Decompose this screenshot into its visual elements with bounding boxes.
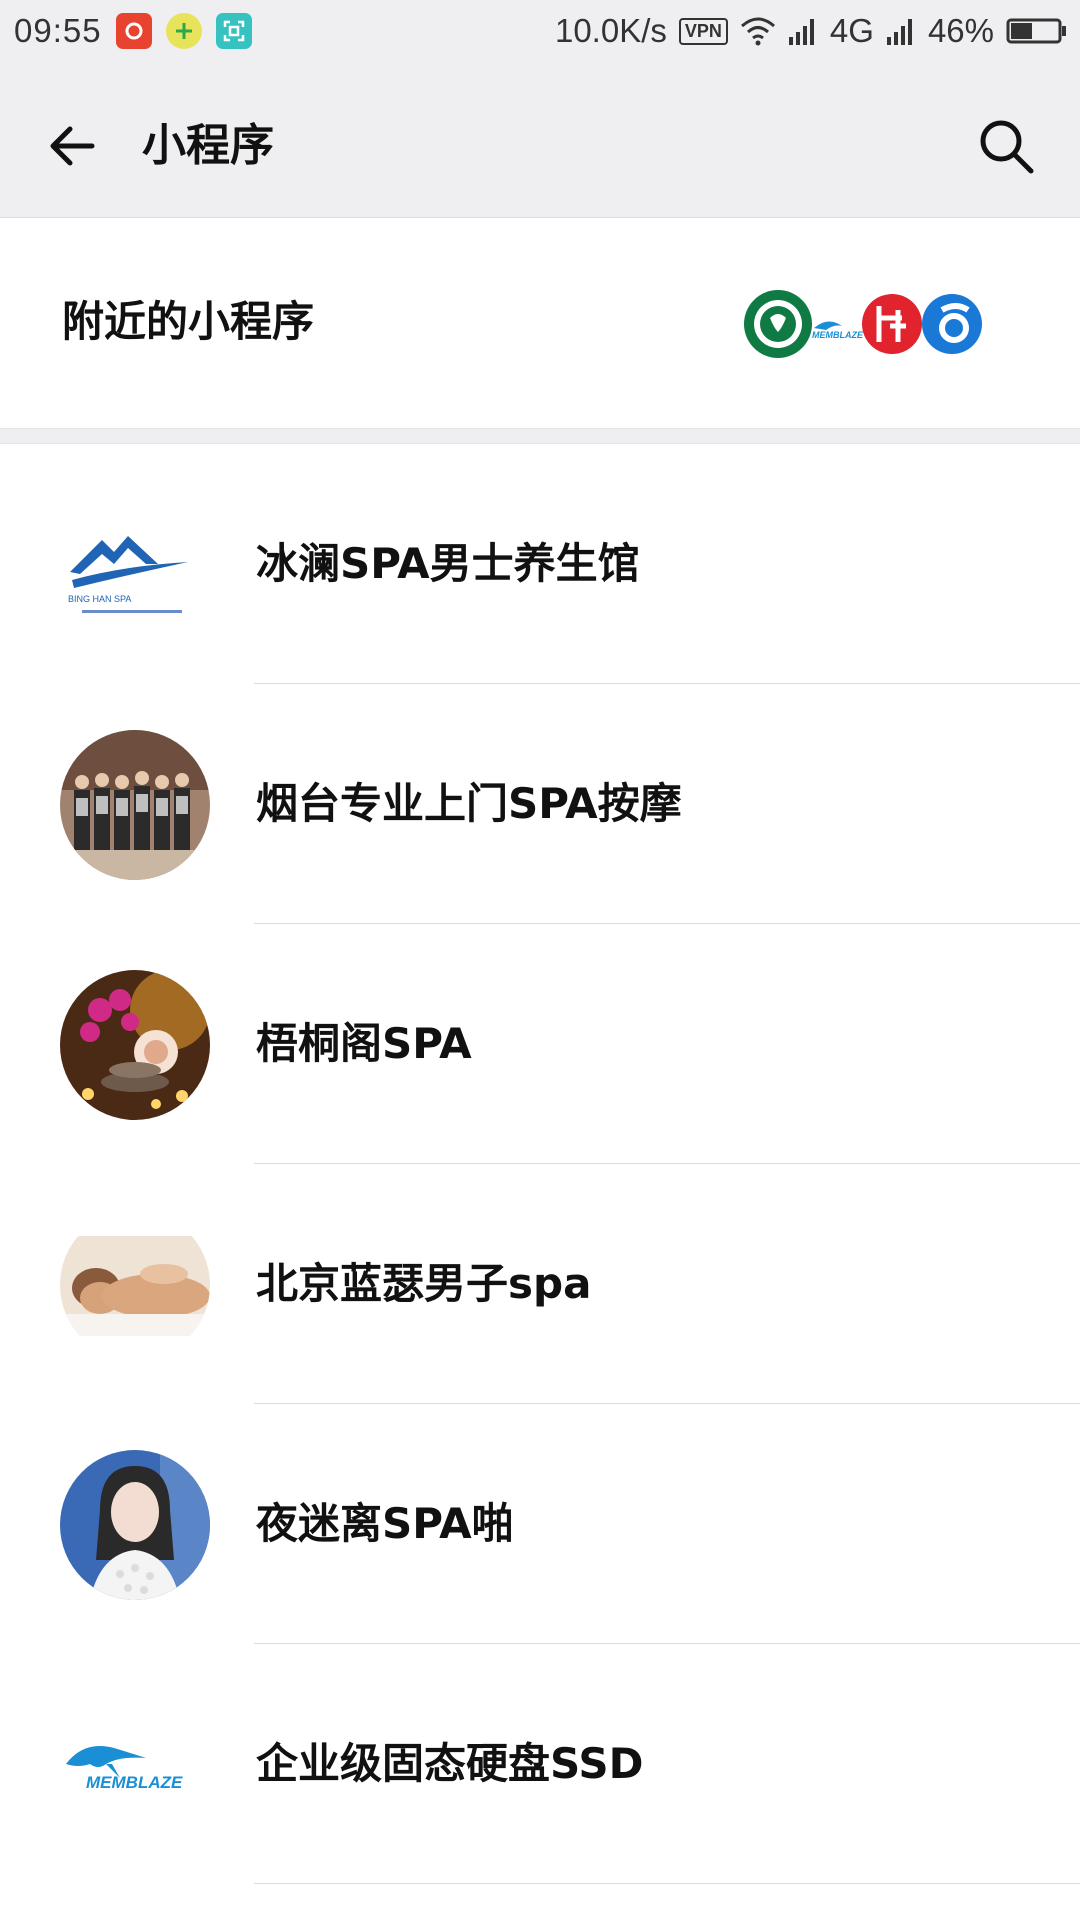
nearby-label: 附近的小程序 bbox=[62, 297, 315, 346]
starbucks-logo-icon bbox=[744, 290, 812, 358]
signal-icon bbox=[788, 19, 814, 45]
list-item[interactable]: BING HAN SPA 冰澜SPA男士养生馆 bbox=[0, 444, 1080, 684]
mini-program-name: 北京蓝瑟男子spa bbox=[256, 1259, 592, 1308]
bing-lan-spa-logo-icon: BING HAN SPA bbox=[62, 516, 202, 624]
title-bar: 小程序 bbox=[0, 74, 1080, 218]
mini-program-name: 烟台专业上门SPA按摩 bbox=[256, 779, 682, 828]
list-item[interactable]: 北京蓝瑟男子spa bbox=[0, 1164, 1080, 1404]
back-button[interactable] bbox=[40, 114, 104, 178]
scanner-notification-icon bbox=[215, 13, 252, 49]
wifi-icon bbox=[740, 17, 775, 46]
nearby-logos: MEMBLAZE bbox=[744, 290, 982, 358]
mini-program-list: BING HAN SPA 冰澜SPA男士养生馆 烟台专业上门SPA按摩 梧桐阁S… bbox=[0, 444, 1080, 1884]
mini-program-name: 梧桐阁SPA bbox=[256, 1019, 472, 1068]
memblaze-logo-icon: MEMBLAZE bbox=[812, 321, 864, 340]
page-title: 小程序 bbox=[142, 120, 274, 171]
svg-text:MEMBLAZE: MEMBLAZE bbox=[86, 1773, 183, 1792]
section-separator bbox=[0, 428, 1080, 444]
plus-app-notification-icon bbox=[165, 13, 202, 49]
svg-text:BING HAN SPA: BING HAN SPA bbox=[68, 594, 131, 604]
status-time: 09:55 bbox=[14, 12, 102, 49]
status-bar: 09:55 10.0K/s VPN 4G 46% bbox=[0, 0, 1080, 74]
woman-portrait-avatar-icon bbox=[60, 1450, 210, 1600]
red-circle-logo-icon bbox=[862, 294, 922, 354]
nearby-mini-programs-row[interactable]: 附近的小程序 MEMBLAZE bbox=[0, 218, 1080, 428]
team-photo-avatar-icon bbox=[60, 730, 210, 880]
network-speed: 10.0K/s bbox=[554, 12, 667, 49]
list-item[interactable]: 梧桐阁SPA bbox=[0, 924, 1080, 1164]
status-left: 09:55 bbox=[14, 12, 252, 50]
svg-text:MEMBLAZE: MEMBLAZE bbox=[812, 330, 864, 340]
vpn-indicator: VPN bbox=[678, 17, 728, 45]
blue-circle-logo-icon bbox=[922, 294, 982, 354]
memblaze-logo-icon: MEMBLAZE bbox=[60, 1734, 210, 1794]
network-type: 4G bbox=[829, 12, 874, 49]
netease-music-notification-icon bbox=[115, 13, 152, 49]
mini-program-name: 冰澜SPA男士养生馆 bbox=[256, 539, 640, 588]
list-item[interactable]: MEMBLAZE 企业级固态硬盘SSD bbox=[0, 1644, 1080, 1884]
signal-icon-2 bbox=[886, 19, 912, 45]
list-item[interactable]: 夜迷离SPA啪 bbox=[0, 1404, 1080, 1644]
search-icon bbox=[980, 120, 1034, 174]
battery-percent: 46% bbox=[927, 12, 994, 49]
list-item[interactable]: 烟台专业上门SPA按摩 bbox=[0, 684, 1080, 924]
divider bbox=[254, 1883, 1080, 1884]
search-button[interactable] bbox=[972, 112, 1040, 180]
massage-photo-avatar-icon bbox=[60, 1210, 210, 1360]
mini-program-name: 企业级固态硬盘SSD bbox=[256, 1739, 644, 1788]
status-right: 10.0K/s VPN 4G 46% bbox=[555, 12, 1068, 50]
orchid-candles-avatar-icon bbox=[60, 970, 210, 1120]
battery-icon bbox=[1006, 18, 1066, 44]
mini-program-name: 夜迷离SPA啪 bbox=[256, 1499, 514, 1548]
arrow-left-icon bbox=[50, 126, 95, 166]
